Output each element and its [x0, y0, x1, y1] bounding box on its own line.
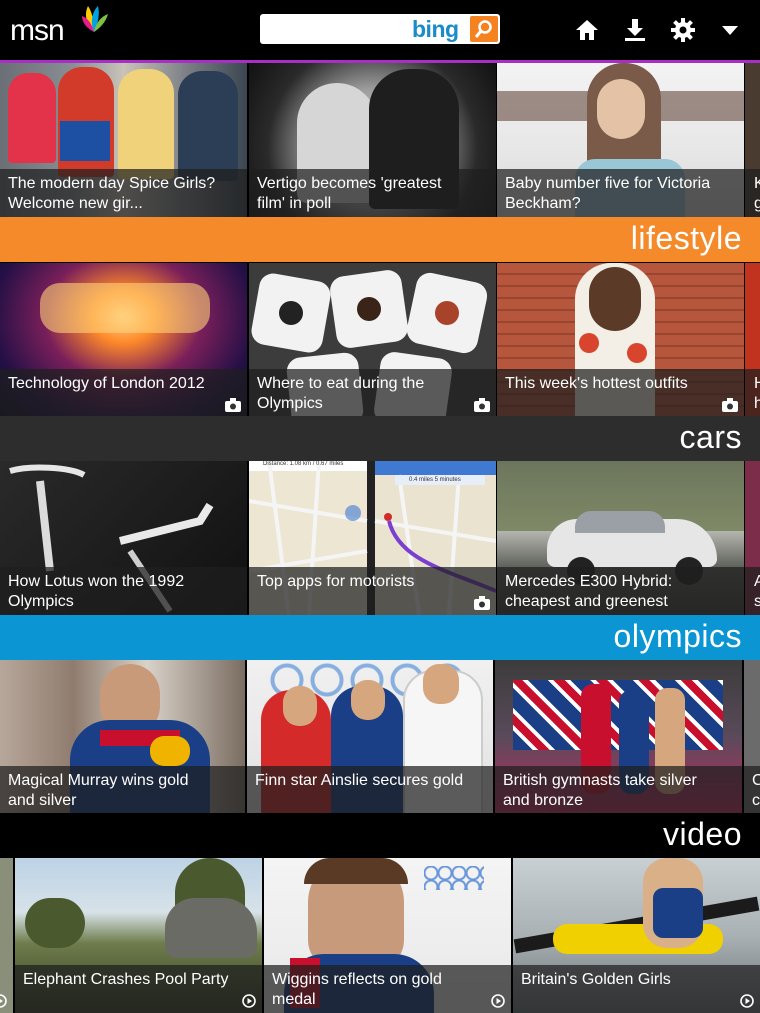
- settings-icon[interactable]: [669, 16, 697, 44]
- story-caption: A s: [745, 567, 760, 615]
- story-caption: How Lotus won the 1992 Olympics: [0, 567, 247, 615]
- section-title: olympics: [613, 618, 742, 654]
- story-caption: Mercedes E300 Hybrid: cheapest and green…: [497, 567, 744, 615]
- story-tile[interactable]: How Lotus won the 1992 Olympics: [0, 461, 247, 615]
- camera-icon: [474, 398, 490, 412]
- msn-logo[interactable]: msn: [10, 6, 108, 48]
- story-tile-partial[interactable]: H h: [745, 263, 760, 417]
- video-image: [0, 858, 13, 1013]
- story-tile[interactable]: Vertigo becomes 'greatest film' in poll: [249, 63, 496, 217]
- video-tile[interactable]: Britain's Golden Girls: [513, 858, 760, 1013]
- story-caption: British gymnasts take silver and bronze: [495, 766, 742, 814]
- map-distance-label: Distance: 1.08 km / 0.67 miles: [263, 461, 344, 467]
- story-tile-partial[interactable]: A s: [745, 461, 760, 615]
- section-header-olympics[interactable]: olympics: [0, 615, 760, 660]
- story-caption: This week's hottest outfits: [497, 369, 744, 417]
- story-caption: Baby number five for Victoria Beckham?: [497, 169, 744, 217]
- search-input[interactable]: [266, 18, 406, 40]
- search-icon: [474, 20, 492, 38]
- play-icon: [491, 994, 505, 1008]
- story-tile[interactable]: Where to eat during the Olympics: [249, 263, 496, 417]
- video-strip: Elephant Crashes Pool Party Wiggins refl…: [0, 858, 760, 1013]
- top-stories-strip: The modern day Spice Girls? Welcome new …: [0, 63, 760, 217]
- camera-icon: [722, 398, 738, 412]
- olympics-strip: Magical Murray wins gold and silver Finn…: [0, 660, 760, 814]
- story-caption: C c: [744, 766, 760, 814]
- logo-text: msn: [10, 14, 65, 47]
- story-caption: The modern day Spice Girls? Welcome new …: [0, 169, 247, 217]
- video-caption: Elephant Crashes Pool Party: [15, 965, 262, 1013]
- story-caption: Vertigo becomes 'greatest film' in poll: [249, 169, 496, 217]
- video-tile-partial[interactable]: [0, 858, 13, 1013]
- story-caption: H h: [745, 369, 760, 417]
- section-header-cars[interactable]: cars: [0, 416, 760, 461]
- story-tile-partial[interactable]: C c: [744, 660, 760, 814]
- search-button[interactable]: [470, 16, 498, 42]
- video-caption: Wiggins reflects on gold medal: [264, 965, 511, 1013]
- video-caption: Britain's Golden Girls: [513, 965, 760, 1013]
- story-tile[interactable]: Baby number five for Victoria Beckham?: [497, 63, 744, 217]
- butterfly-icon: [82, 6, 108, 32]
- bing-logo: bing: [412, 16, 459, 42]
- section-title: lifestyle: [630, 220, 742, 256]
- story-tile-partial[interactable]: K g: [745, 63, 760, 217]
- story-tile[interactable]: Finn star Ainslie secures gold: [247, 660, 493, 814]
- search-box: bing: [260, 14, 500, 44]
- story-caption: Technology of London 2012: [0, 369, 247, 417]
- story-tile[interactable]: British gymnasts take silver and bronze: [495, 660, 742, 814]
- video-tile[interactable]: Wiggins reflects on gold medal: [264, 858, 511, 1013]
- story-tile[interactable]: Magical Murray wins gold and silver: [0, 660, 245, 814]
- section-header-video[interactable]: video: [0, 813, 760, 858]
- story-tile[interactable]: This week's hottest outfits: [497, 263, 744, 417]
- play-icon: [242, 994, 256, 1008]
- play-icon: [740, 994, 754, 1008]
- home-icon[interactable]: [573, 16, 601, 44]
- map-eta-label: 0.4 miles 5 minutes: [409, 477, 461, 483]
- lifestyle-strip: Technology of London 2012 Where to eat d…: [0, 263, 760, 417]
- download-icon[interactable]: [621, 16, 649, 44]
- story-caption: Magical Murray wins gold and silver: [0, 766, 245, 814]
- video-tile[interactable]: Elephant Crashes Pool Party: [15, 858, 262, 1013]
- section-title: video: [663, 816, 742, 852]
- camera-icon: [474, 596, 490, 610]
- story-caption: Top apps for motorists: [249, 567, 496, 615]
- play-icon: [0, 994, 7, 1008]
- top-bar: msn bing: [0, 0, 760, 60]
- story-tile[interactable]: The modern day Spice Girls? Welcome new …: [0, 63, 247, 217]
- camera-icon: [225, 398, 241, 412]
- section-header-lifestyle[interactable]: lifestyle: [0, 217, 760, 262]
- story-tile[interactable]: Mercedes E300 Hybrid: cheapest and green…: [497, 461, 744, 615]
- dropdown-arrow-icon[interactable]: [716, 16, 744, 44]
- story-caption: Where to eat during the Olympics: [249, 369, 496, 417]
- story-caption: Finn star Ainslie secures gold: [247, 766, 493, 814]
- section-title: cars: [679, 419, 742, 455]
- cars-strip: How Lotus won the 1992 Olympics Distance…: [0, 461, 760, 615]
- story-caption: K g: [745, 169, 760, 217]
- story-tile[interactable]: Technology of London 2012: [0, 263, 247, 417]
- story-tile[interactable]: Distance: 1.08 km / 0.67 miles 0.4 miles…: [249, 461, 496, 615]
